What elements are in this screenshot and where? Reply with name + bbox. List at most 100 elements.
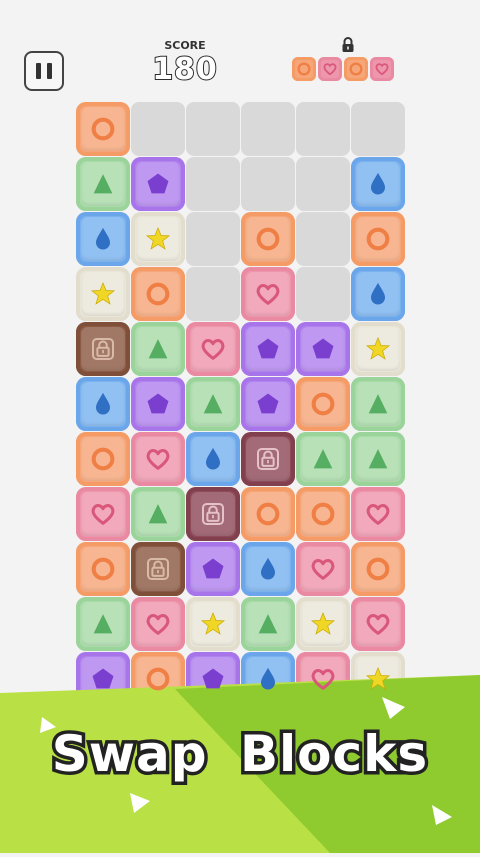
empty-slot <box>186 267 240 321</box>
orange-circle-block[interactable] <box>76 542 130 596</box>
drop-icon <box>254 555 282 583</box>
drop-icon <box>199 445 227 473</box>
circle-icon <box>144 280 172 308</box>
triangle-icon <box>89 170 117 198</box>
star-icon <box>89 280 117 308</box>
drop-icon <box>364 280 392 308</box>
orange-circle-block[interactable] <box>241 212 295 266</box>
green-triangle-block[interactable] <box>131 322 185 376</box>
pentagon-icon <box>144 390 172 418</box>
drop-icon <box>89 390 117 418</box>
circle-icon <box>309 390 337 418</box>
lock-icon <box>88 334 118 364</box>
green-triangle-block[interactable] <box>351 432 405 486</box>
pentagon-icon <box>144 170 172 198</box>
pink-heart-block[interactable] <box>351 487 405 541</box>
heart-icon <box>309 555 337 583</box>
orange-circle-block[interactable] <box>131 267 185 321</box>
triangle-icon <box>199 390 227 418</box>
cream-star-block[interactable] <box>76 267 130 321</box>
lock-icon <box>143 554 173 584</box>
purple-pentagon-block[interactable] <box>296 322 350 376</box>
empty-slot <box>296 212 350 266</box>
circle-icon <box>254 225 282 253</box>
pink-heart-block[interactable] <box>186 322 240 376</box>
circle-icon <box>364 225 392 253</box>
blue-drop-block[interactable] <box>76 377 130 431</box>
cream-star-block[interactable] <box>296 597 350 651</box>
star-icon <box>199 610 227 638</box>
purple-pentagon-block[interactable] <box>186 542 240 596</box>
pink-heart-block[interactable] <box>131 597 185 651</box>
empty-slot <box>131 102 185 156</box>
heart-icon <box>254 280 282 308</box>
blue-drop-block[interactable] <box>186 432 240 486</box>
brown-lock-block[interactable] <box>131 542 185 596</box>
heart-icon <box>144 445 172 473</box>
triangle-icon <box>364 390 392 418</box>
circle-icon <box>254 500 282 528</box>
empty-slot <box>186 212 240 266</box>
lock-icon <box>198 499 228 529</box>
maroon-lock-block[interactable] <box>186 487 240 541</box>
empty-slot <box>186 102 240 156</box>
drop-icon <box>364 170 392 198</box>
green-triangle-block[interactable] <box>76 157 130 211</box>
pink-heart-block[interactable] <box>131 432 185 486</box>
cream-star-block[interactable] <box>131 212 185 266</box>
pentagon-icon <box>199 665 227 693</box>
empty-slot <box>296 267 350 321</box>
star-icon <box>144 225 172 253</box>
orange-circle-block[interactable] <box>76 432 130 486</box>
banner-title: Swap Blocks <box>48 722 430 787</box>
brown-lock-block[interactable] <box>76 322 130 376</box>
purple-pentagon-block[interactable] <box>131 157 185 211</box>
drop-icon <box>254 665 282 693</box>
empty-slot <box>186 157 240 211</box>
empty-slot <box>241 102 295 156</box>
pink-heart-block[interactable] <box>241 267 295 321</box>
triangle-icon <box>89 610 117 638</box>
pentagon-icon <box>199 555 227 583</box>
pentagon-icon <box>254 390 282 418</box>
blue-drop-block[interactable] <box>351 267 405 321</box>
green-triangle-block[interactable] <box>186 377 240 431</box>
circle-icon <box>89 115 117 143</box>
empty-slot <box>241 157 295 211</box>
orange-circle-block[interactable] <box>296 487 350 541</box>
heart-icon <box>309 665 337 693</box>
green-triangle-block[interactable] <box>241 597 295 651</box>
circle-icon <box>144 665 172 693</box>
lock-icon <box>253 444 283 474</box>
pink-heart-block[interactable] <box>76 487 130 541</box>
orange-circle-block[interactable] <box>241 487 295 541</box>
pentagon-icon <box>89 665 117 693</box>
orange-circle-block[interactable] <box>351 542 405 596</box>
orange-circle-block[interactable] <box>76 102 130 156</box>
blue-drop-block[interactable] <box>76 212 130 266</box>
green-triangle-block[interactable] <box>296 432 350 486</box>
green-triangle-block[interactable] <box>131 487 185 541</box>
pink-heart-block[interactable] <box>296 542 350 596</box>
triangle-icon <box>144 500 172 528</box>
blue-drop-block[interactable] <box>351 157 405 211</box>
purple-pentagon-block[interactable] <box>241 322 295 376</box>
cream-star-block[interactable] <box>351 322 405 376</box>
heart-icon <box>364 610 392 638</box>
blue-drop-block[interactable] <box>241 542 295 596</box>
star-icon <box>309 610 337 638</box>
green-triangle-block[interactable] <box>76 597 130 651</box>
orange-circle-block[interactable] <box>351 212 405 266</box>
circle-icon <box>364 555 392 583</box>
green-triangle-block[interactable] <box>351 377 405 431</box>
purple-pentagon-block[interactable] <box>131 377 185 431</box>
pink-heart-block[interactable] <box>351 597 405 651</box>
triangle-icon <box>254 610 282 638</box>
heart-icon <box>364 500 392 528</box>
heart-icon <box>144 610 172 638</box>
purple-pentagon-block[interactable] <box>241 377 295 431</box>
orange-circle-block[interactable] <box>296 377 350 431</box>
maroon-lock-block[interactable] <box>241 432 295 486</box>
cream-star-block[interactable] <box>186 597 240 651</box>
heart-icon <box>89 500 117 528</box>
